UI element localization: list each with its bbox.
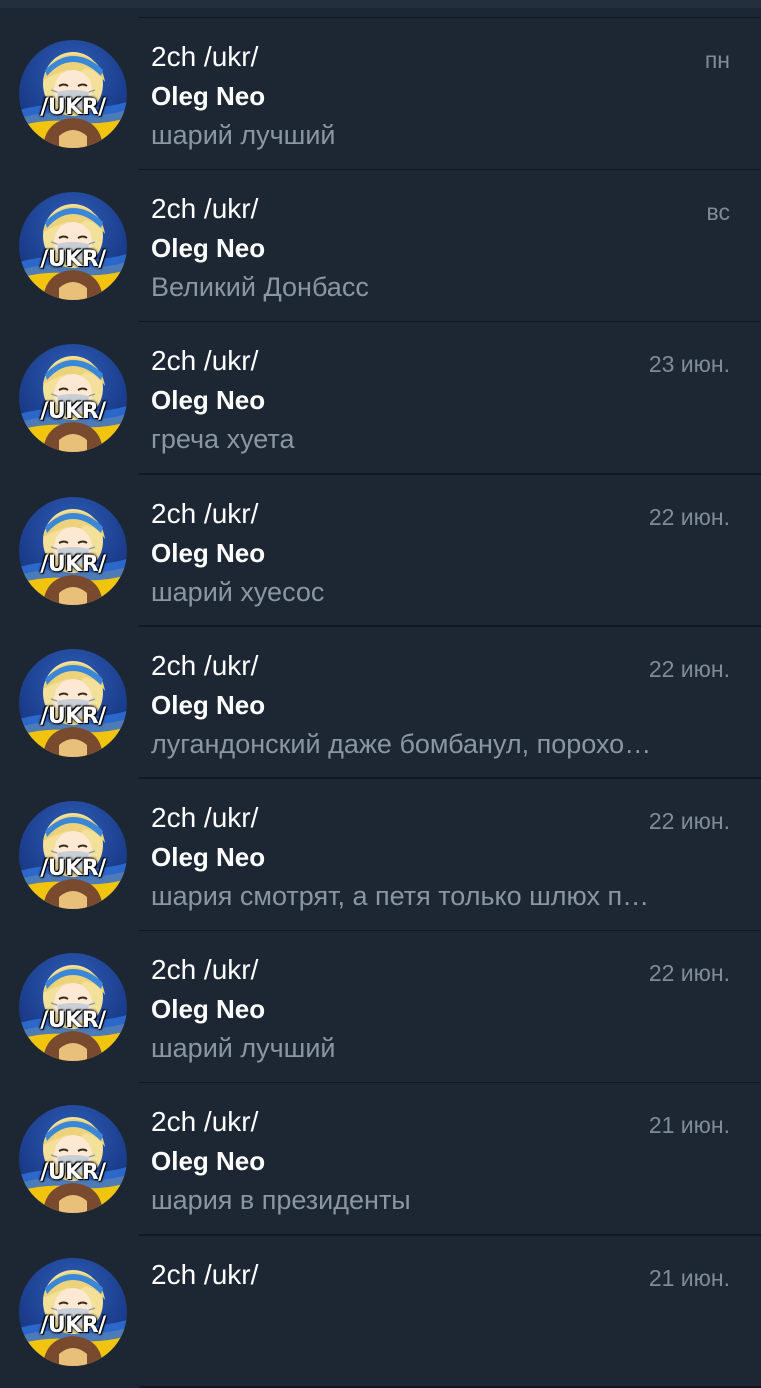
chat-date: 21 июн. bbox=[648, 1112, 730, 1139]
chat-avatar[interactable]: /UKR/ bbox=[19, 40, 127, 148]
chat-item[interactable]: /UKR/ 2ch /ukr/ 23 июн. Oleg Neo греча х… bbox=[0, 322, 761, 475]
chat-item[interactable]: /UKR/ 2ch /ukr/ 21 июн. Oleg Neo шария в… bbox=[0, 1083, 761, 1236]
avatar-tag: /UKR/ bbox=[40, 247, 106, 273]
chat-sender: Oleg Neo bbox=[151, 1146, 266, 1177]
chat-item[interactable]: /UKR/ 2ch /ukr/ 21 июн. bbox=[0, 1236, 761, 1388]
chat-avatar[interactable]: /UKR/ bbox=[19, 344, 127, 453]
chat-title: 2ch /ukr/ bbox=[151, 1106, 259, 1138]
chat-date: 22 июн. bbox=[648, 503, 730, 530]
avatar-tag: /UKR/ bbox=[40, 399, 106, 425]
chat-preview: Великий Донбасс bbox=[151, 272, 369, 303]
avatar-tag: /UKR/ bbox=[40, 95, 106, 120]
chat-title: 2ch /ukr/ bbox=[151, 193, 259, 225]
chat-item[interactable]: /UKR/ 2ch /ukr/ пн Oleg Neo шарий лучший bbox=[0, 18, 761, 171]
chat-date: 21 июн. bbox=[648, 1264, 730, 1291]
chat-date: 23 июн. bbox=[648, 351, 730, 378]
chat-date: вс bbox=[706, 199, 730, 226]
chat-preview: шария в президенты bbox=[151, 1185, 411, 1216]
chat-avatar[interactable]: /UKR/ bbox=[19, 1105, 127, 1214]
chat-sender: Oleg Neo bbox=[151, 841, 266, 872]
chat-preview: шарий лучший bbox=[151, 1033, 336, 1064]
chat-sender: Oleg Neo bbox=[151, 994, 266, 1025]
chat-list: /UKR/ 2ch /ukr/ пн Oleg Neo шарий лучший… bbox=[0, 18, 761, 1388]
avatar-tag: /UKR/ bbox=[40, 551, 106, 577]
avatar-tag: /UKR/ bbox=[40, 703, 106, 729]
chat-preview: шарий лучший bbox=[151, 120, 336, 150]
chat-date: пн bbox=[704, 47, 730, 73]
top-bar bbox=[0, 0, 761, 8]
chat-item[interactable]: /UKR/ 2ch /ukr/ 22 июн. Oleg Neo лугандо… bbox=[0, 627, 761, 779]
chat-preview: шарий хуесос bbox=[151, 576, 325, 607]
chat-sender: Oleg Neo bbox=[151, 385, 266, 416]
chat-title: 2ch /ukr/ bbox=[151, 41, 259, 72]
chat-sender: Oleg Neo bbox=[151, 689, 266, 720]
anime-girl-avatar-icon bbox=[19, 660, 127, 757]
chat-title: 2ch /ukr/ bbox=[151, 801, 259, 833]
avatar-tag: /UKR/ bbox=[40, 855, 106, 881]
chat-preview: шария смотрят, а петя только шлюх п… bbox=[151, 880, 650, 911]
chat-date: 22 июн. bbox=[648, 960, 730, 987]
chat-avatar[interactable]: /UKR/ bbox=[19, 1257, 127, 1366]
chat-avatar[interactable]: /UKR/ bbox=[19, 192, 127, 301]
chat-title: 2ch /ukr/ bbox=[151, 1258, 259, 1290]
chat-avatar[interactable]: /UKR/ bbox=[19, 953, 127, 1062]
chat-date: 22 июн. bbox=[648, 655, 730, 682]
chat-title: 2ch /ukr/ bbox=[151, 954, 259, 986]
chat-sender: Oleg Neo bbox=[151, 537, 266, 568]
avatar-tag: /UKR/ bbox=[40, 1008, 106, 1034]
anime-girl-avatar-icon bbox=[19, 1269, 127, 1366]
chat-title: 2ch /ukr/ bbox=[151, 345, 259, 377]
chat-sender: Oleg Neo bbox=[151, 233, 266, 264]
chat-avatar[interactable]: /UKR/ bbox=[19, 648, 127, 757]
chat-preview: лугандонский даже бомбанул, порохо… bbox=[151, 728, 652, 759]
chat-title: 2ch /ukr/ bbox=[151, 497, 259, 529]
chat-avatar[interactable]: /UKR/ bbox=[19, 800, 127, 909]
chat-item[interactable]: /UKR/ 2ch /ukr/ вс Oleg Neo Великий Донб… bbox=[0, 170, 761, 323]
anime-girl-avatar-icon bbox=[19, 812, 127, 909]
chat-item[interactable]: /UKR/ 2ch /ukr/ 22 июн. Oleg Neo шария с… bbox=[0, 779, 761, 932]
chat-preview: греча хуета bbox=[151, 424, 295, 455]
chat-date: 22 июн. bbox=[648, 807, 730, 834]
row-divider bbox=[139, 1386, 761, 1388]
chat-sender: Oleg Neo bbox=[151, 81, 266, 111]
chat-item[interactable]: /UKR/ 2ch /ukr/ 22 июн. Oleg Neo шарий л… bbox=[0, 931, 761, 1084]
avatar-tag: /UKR/ bbox=[40, 1160, 106, 1186]
chat-item[interactable]: /UKR/ 2ch /ukr/ 22 июн. Oleg Neo шарий х… bbox=[0, 475, 761, 627]
anime-girl-avatar-icon bbox=[19, 52, 127, 148]
chat-avatar[interactable]: /UKR/ bbox=[19, 496, 127, 605]
avatar-tag: /UKR/ bbox=[40, 1312, 106, 1338]
chat-title: 2ch /ukr/ bbox=[151, 649, 259, 681]
anime-girl-avatar-icon bbox=[19, 508, 127, 605]
